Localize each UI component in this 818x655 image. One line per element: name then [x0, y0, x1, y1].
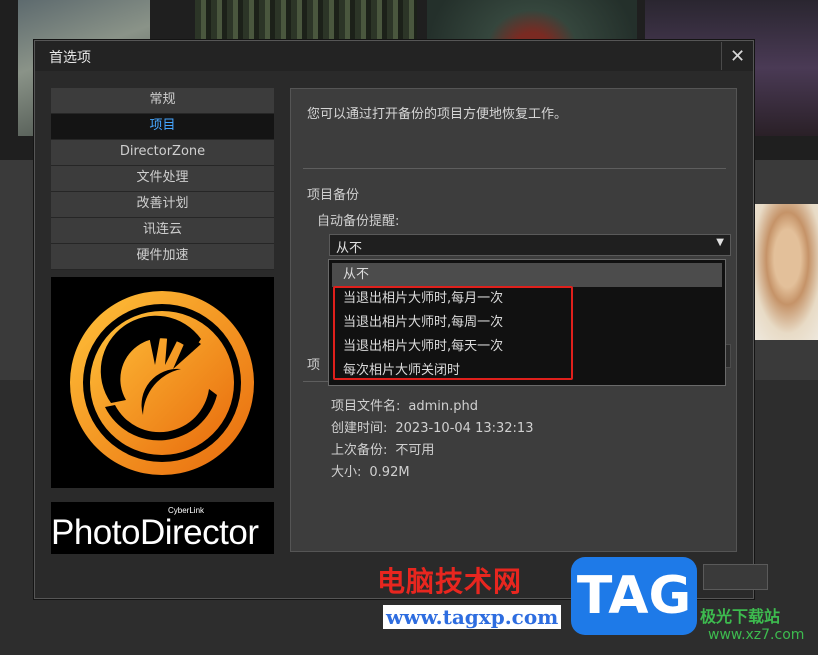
backup-section-title: 项目备份	[307, 188, 360, 203]
dropdown-arrow-icon: ▼	[716, 237, 724, 248]
auto-backup-label: 自动备份提醒:	[317, 214, 400, 229]
info-last-backup: 上次备份: 不可用	[331, 443, 435, 458]
nav-item-hardware-acceleration[interactable]: 硬件加速	[51, 244, 274, 270]
info-created-time: 创建时间: 2023-10-04 13:32:13	[331, 421, 534, 436]
background-thumbnail	[750, 204, 818, 340]
option-never[interactable]: 从不	[332, 263, 722, 287]
annotation-highlight-box	[333, 286, 573, 380]
watermark-site-url: www.xz7.com	[708, 627, 805, 643]
watermark-tag-badge: TAG	[571, 557, 697, 635]
project-info-section-title: 项	[307, 358, 321, 373]
close-icon: ✕	[729, 45, 746, 67]
watermark-url: www.tagxp.com	[383, 605, 562, 629]
preferences-nav: 常规 项目 DirectorZone 文件处理 改善计划 讯连云 硬件加速	[51, 88, 274, 270]
panel-divider	[303, 168, 726, 169]
watermark-text: 电脑技术网	[377, 565, 523, 598]
dialog-action-button[interactable]	[703, 564, 768, 590]
photodirector-wordmark: CyberLink PhotoDirector	[51, 502, 274, 554]
nav-item-improvement-program[interactable]: 改善计划	[51, 192, 274, 218]
photodirector-logo-icon	[51, 277, 274, 488]
brand-product: PhotoDirector	[51, 513, 259, 552]
dialog-title: 首选项	[49, 50, 91, 66]
close-button[interactable]: ✕	[721, 42, 753, 70]
auto-backup-select[interactable]: 从不 ▼	[329, 234, 731, 256]
watermark-site-name: 极光下载站	[700, 607, 781, 626]
nav-item-file-handling[interactable]: 文件处理	[51, 166, 274, 192]
auto-backup-selected-value: 从不	[336, 241, 363, 256]
info-file-name: 项目文件名: admin.phd	[331, 399, 478, 414]
nav-item-cloud[interactable]: 讯连云	[51, 218, 274, 244]
nav-item-general[interactable]: 常规	[51, 88, 274, 114]
nav-item-project[interactable]: 项目	[51, 114, 274, 140]
nav-item-directorzone[interactable]: DirectorZone	[51, 140, 274, 166]
dialog-titlebar: 首选项 ✕	[35, 41, 753, 71]
panel-description: 您可以通过打开备份的项目方便地恢复工作。	[307, 107, 568, 122]
info-size: 大小: 0.92M	[331, 465, 410, 480]
